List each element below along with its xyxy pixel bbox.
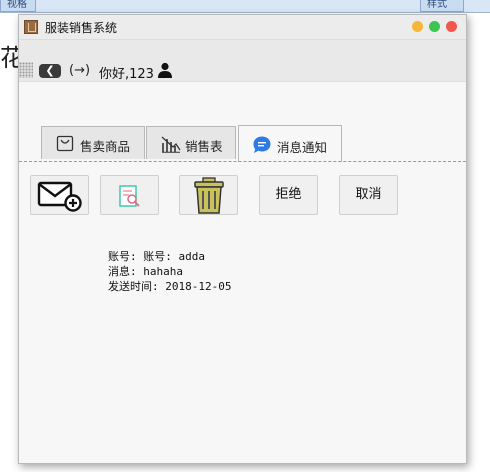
minimize-button[interactable] — [412, 21, 423, 32]
app-logo-icon — [24, 20, 38, 34]
reject-button[interactable]: 拒绝 — [259, 175, 318, 215]
tab-label: 售卖商品 — [80, 139, 131, 154]
message-account: 账号: 账号: adda — [108, 250, 205, 263]
chat-bubble-icon — [253, 136, 271, 153]
background-app-header — [0, 0, 490, 13]
user-icon[interactable] — [157, 62, 173, 78]
app-window: 服装销售系统 ❮ (→) 你好,123 售卖商品 销售表 消息通知 拒绝 取消 … — [18, 14, 467, 464]
greeting-label: 你好,123 — [99, 67, 154, 82]
tab-label: 消息通知 — [277, 140, 328, 155]
trash-icon — [194, 177, 224, 214]
new-message-button[interactable] — [30, 175, 89, 215]
tab-sales-table[interactable]: 销售表 — [146, 126, 236, 159]
mail-add-icon — [37, 181, 82, 212]
background-tab-left: 视格 — [0, 0, 36, 12]
tab-message-notice[interactable]: 消息通知 — [238, 125, 342, 162]
maximize-button[interactable] — [429, 21, 440, 32]
message-time: 发送时间: 2018-12-05 — [108, 280, 232, 293]
forward-button[interactable]: (→) — [69, 63, 90, 78]
tab-sell-products[interactable]: 售卖商品 — [41, 126, 145, 159]
search-document-icon — [119, 185, 140, 207]
shopping-bag-icon — [56, 135, 74, 152]
tab-label: 销售表 — [185, 139, 223, 154]
search-message-button[interactable] — [100, 175, 159, 215]
message-content: 消息: hahaha — [108, 265, 183, 278]
cancel-button[interactable]: 取消 — [339, 175, 398, 215]
toolbar-grip[interactable] — [19, 62, 33, 78]
background-tab-right: 样式 — [420, 0, 464, 12]
back-button[interactable]: ❮ — [39, 64, 61, 78]
delete-message-button[interactable] — [179, 175, 238, 215]
toolbar: ❮ (→) 你好,123 — [19, 40, 466, 82]
window-title: 服装销售系统 — [45, 21, 118, 35]
close-button[interactable] — [446, 21, 457, 32]
tab-divider — [19, 161, 466, 162]
title-bar: 服装销售系统 — [19, 15, 466, 40]
bar-chart-icon — [161, 136, 181, 153]
